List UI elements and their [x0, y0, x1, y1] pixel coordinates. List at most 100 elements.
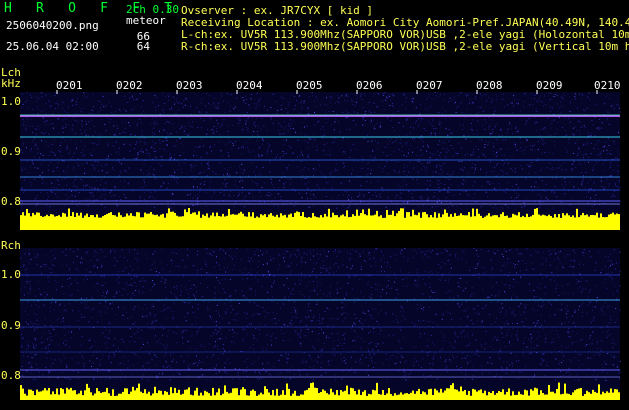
noise-dot — [361, 354, 363, 356]
noise-dot — [372, 308, 374, 310]
noise-dot — [224, 362, 226, 364]
noise-dot — [446, 173, 448, 175]
noise-dot — [472, 308, 474, 310]
noise-dot — [327, 269, 329, 271]
noise-dot — [185, 320, 187, 322]
noise-dot — [86, 199, 88, 201]
noise-dot — [517, 131, 519, 133]
noise-dot — [134, 201, 136, 203]
noise-dot — [440, 182, 442, 184]
noise-dot — [325, 122, 327, 124]
noise-dot — [24, 179, 26, 181]
noise-dot — [244, 329, 246, 331]
noise-dot — [593, 354, 595, 356]
noise-dot — [183, 106, 185, 108]
noise-dot — [176, 297, 178, 299]
noise-dot — [152, 128, 154, 130]
noise-dot — [541, 263, 543, 265]
noise-dot — [215, 373, 217, 374]
noise-dot — [460, 168, 461, 170]
noise-dot — [458, 160, 460, 162]
noise-dot — [561, 265, 563, 267]
noise-dot — [561, 285, 563, 287]
noise-dot — [134, 276, 136, 278]
noise-dot — [55, 102, 57, 104]
noise-dot — [59, 151, 61, 153]
noise-dot — [304, 140, 306, 142]
noise-dot — [592, 170, 594, 172]
noise-dot — [203, 300, 205, 302]
noise-dot — [270, 374, 272, 376]
noise-dot — [297, 334, 299, 336]
noise-dot — [47, 276, 49, 278]
noise-dot — [511, 371, 513, 373]
noise-dot — [174, 172, 176, 173]
noise-dot — [359, 318, 361, 320]
noise-dot — [599, 152, 601, 154]
noise-dot — [578, 280, 579, 282]
noise-dot — [525, 263, 527, 264]
noise-dot — [77, 289, 79, 291]
noise-dot — [603, 361, 605, 362]
noise-dot — [341, 358, 342, 360]
noise-dot — [568, 204, 570, 206]
noise-dot — [305, 335, 307, 337]
noise-dot — [457, 282, 459, 284]
noise-dot — [552, 276, 554, 278]
noise-dot — [483, 154, 485, 156]
noise-dot — [83, 187, 84, 189]
noise-dot — [67, 197, 69, 199]
noise-dot — [483, 110, 484, 112]
noise-dot — [73, 117, 75, 118]
noise-dot — [609, 322, 611, 324]
noise-dot — [118, 109, 120, 110]
noise-dot — [432, 120, 434, 122]
noise-dot — [154, 191, 156, 193]
noise-dot — [22, 103, 24, 105]
noise-dot — [390, 120, 392, 122]
noise-dot — [505, 312, 507, 314]
noise-dot — [209, 145, 211, 147]
noise-dot — [446, 250, 448, 252]
noise-dot — [77, 248, 79, 250]
noise-dot — [395, 260, 397, 262]
noise-dot — [213, 97, 215, 99]
noise-dot — [336, 170, 338, 171]
noise-dot — [436, 253, 438, 255]
noise-dot — [320, 354, 322, 356]
noise-dot — [327, 360, 329, 362]
noise-dot — [548, 301, 550, 303]
noise-dot — [288, 102, 290, 104]
noise-dot — [368, 350, 370, 352]
noise-dot — [143, 137, 145, 139]
noise-dot — [564, 178, 566, 180]
noise-dot — [334, 170, 336, 172]
noise-dot — [34, 313, 35, 314]
noise-dot — [114, 186, 116, 187]
noise-dot — [34, 377, 35, 379]
noise-dot — [344, 317, 346, 319]
noise-dot — [348, 260, 350, 262]
noise-dot — [142, 100, 144, 101]
noise-dot — [575, 350, 576, 352]
noise-dot — [362, 296, 364, 298]
noise-dot — [361, 158, 363, 160]
noise-dot — [266, 109, 268, 111]
noise-dot — [23, 180, 25, 182]
noise-dot — [266, 150, 268, 152]
noise-dot — [502, 139, 504, 141]
noise-dot — [571, 163, 573, 165]
noise-dot — [505, 192, 507, 194]
noise-dot — [335, 167, 337, 169]
noise-dot — [334, 141, 336, 143]
noise-dot — [375, 362, 377, 364]
noise-dot — [337, 332, 339, 334]
noise-dot — [392, 335, 394, 337]
noise-dot — [198, 111, 200, 113]
noise-dot — [28, 362, 30, 364]
noise-dot — [430, 251, 432, 253]
noise-dot — [496, 151, 497, 153]
noise-dot — [134, 341, 136, 343]
noise-dot — [81, 355, 83, 357]
noise-dot — [551, 190, 553, 192]
